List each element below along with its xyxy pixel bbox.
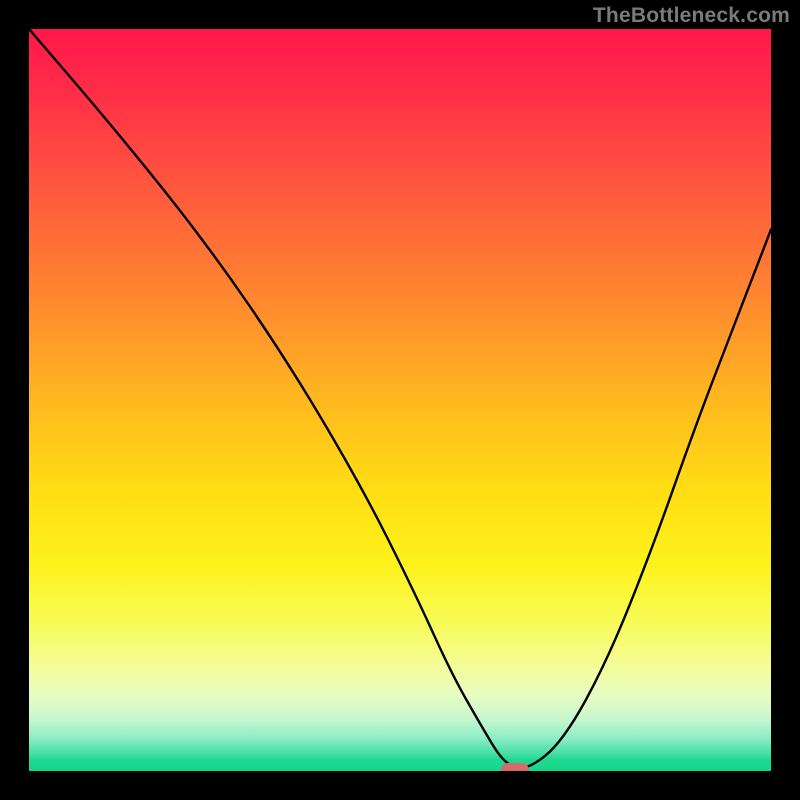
attribution-label: TheBottleneck.com: [593, 4, 790, 28]
optimal-point-marker: [501, 763, 529, 771]
bottleneck-curve: [29, 29, 771, 771]
chart-container: TheBottleneck.com: [0, 0, 800, 800]
plot-area: [29, 29, 771, 771]
